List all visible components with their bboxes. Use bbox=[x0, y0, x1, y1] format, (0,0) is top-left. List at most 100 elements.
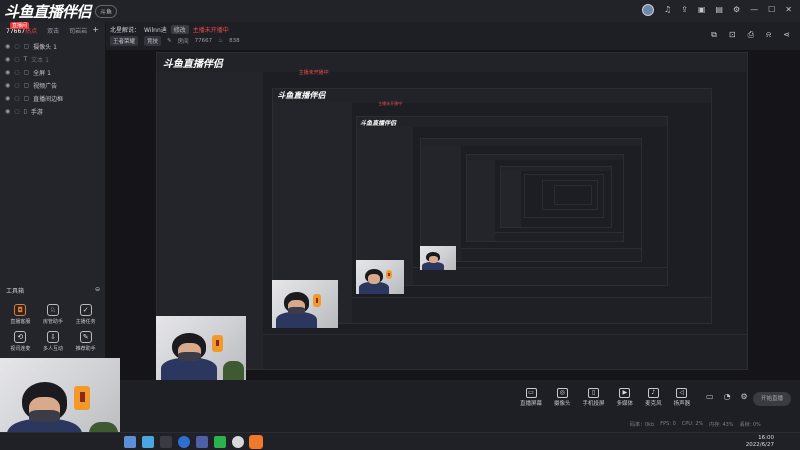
source-item[interactable]: ◉ ◌ ▢ 视频广告 bbox=[0, 79, 105, 92]
eye-icon[interactable]: ◉ bbox=[5, 56, 10, 63]
eye-icon[interactable]: ◉ bbox=[5, 108, 10, 115]
tab-double[interactable]: 双击 bbox=[47, 26, 59, 35]
tool-admin-icon: ♘ bbox=[46, 304, 59, 316]
taskbar-app-icon[interactable] bbox=[196, 436, 208, 448]
control-speaker[interactable]: ◁ 扬声器 bbox=[674, 388, 690, 407]
stats-icon[interactable]: ◔ bbox=[724, 392, 731, 401]
eye-icon[interactable]: ◉ bbox=[5, 43, 10, 50]
mobile-game-icon: ▯ bbox=[23, 108, 27, 115]
headset-icon[interactable]: ♫ bbox=[664, 4, 671, 16]
share-room-icon[interactable]: ⋖ bbox=[783, 30, 790, 40]
source-item[interactable]: ◉ ◌ ▢ 摄像头 1 bbox=[0, 40, 105, 53]
source-item[interactable]: ◉ ◌ T 文本 1 bbox=[0, 53, 105, 66]
clock-time: 16:00 bbox=[758, 435, 774, 441]
start-live-button[interactable]: 开始直播 bbox=[753, 392, 791, 406]
source-item[interactable]: ◉ ◌ ▢ 直播间边框 bbox=[0, 92, 105, 105]
lock-icon[interactable]: ◌ bbox=[14, 108, 19, 115]
skin-icon[interactable]: ▤ bbox=[715, 4, 723, 16]
toolbox-more-icon[interactable]: ⊖ bbox=[95, 286, 100, 295]
add-scene-icon[interactable]: + bbox=[92, 25, 99, 34]
douyu-taskbar-icon[interactable] bbox=[249, 435, 263, 449]
gift-icon[interactable]: ⎙ bbox=[748, 30, 754, 40]
clock[interactable]: 16:00 2022/6/27 bbox=[746, 435, 774, 449]
microphone-icon: ♪ bbox=[647, 388, 659, 398]
tool-item[interactable]: ⇩ 多人互动 bbox=[37, 331, 70, 352]
room-badge: 直播间 bbox=[10, 21, 30, 29]
tab-si[interactable]: 司岩岩 bbox=[69, 26, 87, 35]
source-item[interactable]: ◉ ◌ ▢ 全屏 1 bbox=[0, 66, 105, 79]
control-phone[interactable]: ▯ 手机投屏 bbox=[583, 388, 605, 407]
maximize-icon[interactable]: ☐ bbox=[768, 4, 775, 16]
lock-icon[interactable]: ◌ bbox=[14, 82, 19, 89]
gear-icon[interactable]: ⚙ bbox=[741, 392, 748, 401]
room-title-prefix: 北星解说： bbox=[110, 26, 141, 34]
video-icon: ▢ bbox=[23, 82, 30, 89]
close-icon[interactable]: ✕ bbox=[785, 4, 792, 16]
control-mic[interactable]: ♪ 麦克风 bbox=[645, 388, 662, 407]
eye-icon[interactable]: ◉ bbox=[5, 95, 10, 102]
tool-recommend-icon: ✎ bbox=[79, 331, 92, 343]
scene-tabs: 直播间 77667热点 双击 司岩岩 + bbox=[0, 21, 105, 38]
webcam-mirror bbox=[420, 246, 456, 270]
webcam-mirror bbox=[356, 260, 404, 294]
lock-icon[interactable]: ◌ bbox=[14, 95, 19, 102]
tab-room[interactable]: 直播间 77667热点 bbox=[6, 21, 37, 35]
app-logo: 斗鱼直播伴侣 斗鱼 bbox=[4, 3, 118, 21]
taskbar-app-icon[interactable] bbox=[142, 436, 154, 448]
speaker-icon: ◁ bbox=[676, 388, 688, 398]
fans-count: 838 bbox=[229, 38, 240, 44]
room-header: 北星解说： Wilnn迪 修改 主播未开播中 王者荣耀 竞技 ✎ 房间 7766… bbox=[110, 24, 710, 46]
tool-item[interactable]: ◘ 直播客服 bbox=[4, 304, 37, 325]
source-list: ◉ ◌ ▢ 摄像头 1 ◉ ◌ T 文本 1 ◉ ◌ ▢ 全屏 1 ◉ ◌ ▢ 视频广告 ◉ ◌ ▢ 直播间边… bbox=[0, 38, 105, 120]
screen-icon: ▢ bbox=[23, 69, 30, 76]
header-actions: ⧉ ⊡ ⎙ ⍾ ⋖ bbox=[711, 30, 790, 40]
eye-icon[interactable]: ◉ bbox=[5, 82, 10, 89]
room-title[interactable]: Wilnn迪 bbox=[144, 25, 167, 34]
tool-service-icon: ◘ bbox=[14, 304, 27, 316]
preview-mirror bbox=[554, 185, 592, 205]
tool-item[interactable]: ♘ 房管助手 bbox=[37, 304, 70, 325]
minimize-icon[interactable]: — bbox=[750, 4, 758, 16]
lock-icon[interactable]: ◌ bbox=[14, 43, 19, 50]
layout-icon[interactable]: ⧉ bbox=[711, 30, 717, 40]
source-controls: ▭ 直播屏幕 ◎ 摄像头 ▯ 手机投屏 ▶ 多媒体 ♪ 麦克风 ◁ 扬声器 bbox=[520, 388, 690, 414]
mode-chip[interactable]: 竞技 bbox=[144, 36, 162, 46]
wechat-icon[interactable] bbox=[214, 436, 226, 448]
status-bar: 码率：0kb FPS: 0 CPU: 2% 内存: 43% 丢帧: 0% bbox=[630, 421, 761, 428]
tool-item[interactable]: ✓ 主播任务 bbox=[69, 304, 102, 325]
control-screen[interactable]: ▭ 直播屏幕 bbox=[520, 388, 542, 407]
tool-item[interactable]: ✎ 推荐助手 bbox=[69, 331, 102, 352]
category-chip[interactable]: 王者荣耀 bbox=[110, 36, 139, 46]
taskbar-app-icon[interactable] bbox=[232, 436, 244, 448]
room-id: 77667 bbox=[194, 38, 213, 44]
taskbar-app-icon[interactable] bbox=[124, 436, 136, 448]
user-avatar[interactable] bbox=[641, 4, 654, 16]
taskbar: 16:00 2022/6/27 bbox=[0, 432, 800, 450]
edge-icon[interactable] bbox=[178, 436, 190, 448]
frame-icon: ▢ bbox=[23, 95, 30, 102]
lock-icon[interactable]: ◌ bbox=[14, 69, 19, 76]
settings-icon[interactable]: ⚙ bbox=[733, 4, 740, 16]
stream-preview[interactable]: 斗鱼直播伴侣 主播未开播中 斗鱼直播伴侣 主播未开播中 斗鱼直播伴侣 bbox=[106, 50, 800, 380]
title-bar: 斗鱼直播伴侣 斗鱼 ♫ ⇪ ▣ ▤ ⚙ — ☐ ✕ bbox=[0, 0, 800, 22]
media-icon: ▶ bbox=[619, 388, 631, 398]
text-icon: T bbox=[23, 56, 28, 63]
control-camera[interactable]: ◎ 摄像头 bbox=[554, 388, 571, 407]
notice-icon[interactable]: ⍾ bbox=[766, 30, 771, 40]
camera-icon: ◎ bbox=[556, 388, 568, 398]
control-media[interactable]: ▶ 多媒体 bbox=[617, 388, 633, 407]
logo-pill[interactable]: 斗鱼 bbox=[95, 4, 118, 18]
phone-cast-icon: ▯ bbox=[588, 388, 600, 398]
source-item[interactable]: ◉ ◌ ▯ 手游 bbox=[0, 105, 105, 118]
lock-scene-icon[interactable]: ⊡ bbox=[729, 30, 736, 40]
edit-tag[interactable]: 修改 bbox=[170, 24, 189, 34]
eye-icon[interactable]: ◉ bbox=[5, 69, 10, 76]
share-icon[interactable]: ⇪ bbox=[681, 4, 688, 16]
edit-icon[interactable]: ✎ bbox=[167, 38, 172, 44]
lock-icon[interactable]: ◌ bbox=[14, 56, 19, 63]
record-icon[interactable]: ▭ bbox=[706, 392, 714, 401]
taskbar-app-icon[interactable] bbox=[160, 436, 172, 448]
tool-item[interactable]: ⟲ 视讯连麦 bbox=[4, 331, 37, 352]
feedback-icon[interactable]: ▣ bbox=[698, 4, 706, 16]
side-controls: ▭ ◔ ⚙ bbox=[706, 392, 748, 401]
